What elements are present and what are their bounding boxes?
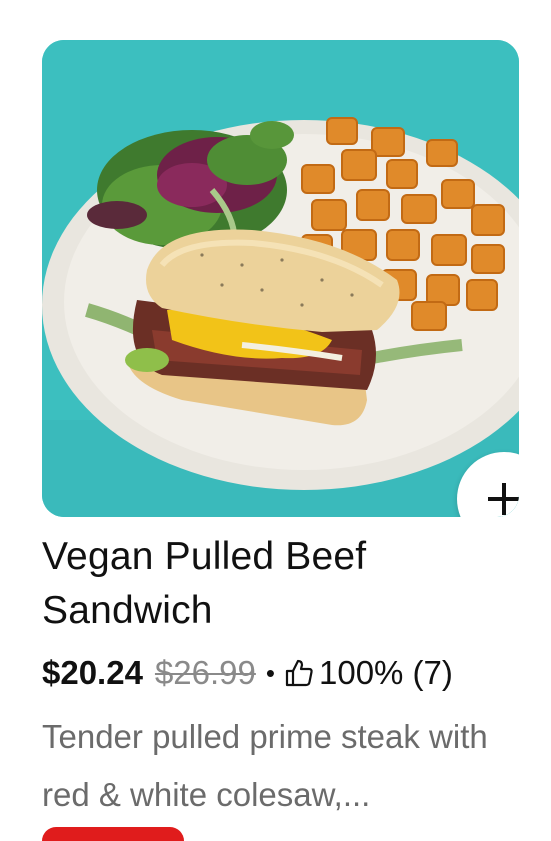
item-meta-row: $20.24 $26.99 • 100% (7): [42, 650, 453, 696]
rating-text: 100% (7): [318, 654, 453, 691]
food-photo[interactable]: [42, 40, 519, 517]
separator-dot: •: [265, 657, 275, 688]
item-description: Tender pulled prime steak with red & whi…: [42, 718, 488, 813]
sandwich-plate-illustration: [42, 40, 519, 517]
promo-badge: [42, 827, 184, 841]
current-price: $20.24: [42, 654, 143, 691]
plus-icon: [488, 483, 519, 515]
item-title: Vegan Pulled Beef Sandwich: [42, 535, 367, 632]
thumbs-up-icon: [283, 657, 315, 689]
original-price: $26.99: [154, 654, 256, 691]
menu-item-card[interactable]: Vegan Pulled Beef Sandwich $20.24 $26.99…: [0, 0, 551, 841]
